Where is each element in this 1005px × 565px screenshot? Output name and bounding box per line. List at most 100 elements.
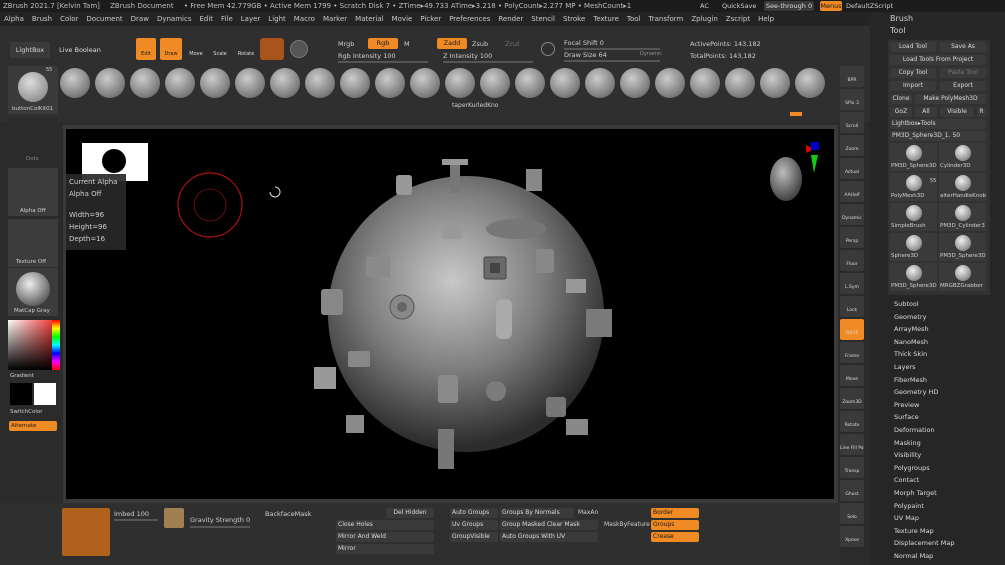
tool-actual-button[interactable]: Actual (840, 158, 864, 179)
menu-item-alpha[interactable]: Alpha (4, 15, 24, 23)
del-hidden-button[interactable]: Del Hidden (386, 508, 434, 518)
lightbox-tools-button[interactable]: Lightbox▸Tools (890, 119, 986, 129)
shelf-brush-icon[interactable] (305, 68, 335, 98)
submenu-fibermesh[interactable]: FiberMesh (894, 376, 927, 384)
tool-palette-title[interactable]: Tool (890, 26, 906, 35)
menu-item-dynamics[interactable]: Dynamics (157, 15, 192, 23)
tool-bpr-button[interactable]: BPR (840, 66, 864, 87)
mirror-weld-button[interactable]: Mirror And Weld (336, 532, 434, 542)
shelf-brush-icon[interactable] (515, 68, 545, 98)
copy-tool-button[interactable]: Copy Tool (890, 68, 936, 78)
menu-item-draw[interactable]: Draw (131, 15, 149, 23)
current-tool-slider[interactable]: PM3D_Sphere3D_1. 50 (890, 131, 986, 141)
live-boolean-button[interactable]: Live Boolean (56, 42, 104, 58)
lightbox-button[interactable]: LightBox (10, 42, 50, 58)
tool-thumb[interactable]: alterHandleKnob (939, 173, 986, 201)
ac-button[interactable]: AC (700, 2, 709, 10)
auto-groups-uv-button[interactable]: Auto Groups With UV (500, 532, 598, 542)
shelf-brush-icon[interactable] (340, 68, 370, 98)
tool-thumb[interactable]: PM3D_Sphere3D (890, 143, 937, 171)
gravity-brush-icon[interactable] (164, 508, 184, 528)
menu-item-zplugin[interactable]: Zplugin (691, 15, 717, 23)
tool-thumb[interactable]: MRGBZGrabber (939, 263, 986, 291)
export-button[interactable]: Export (940, 81, 986, 91)
menu-item-material[interactable]: Material (355, 15, 383, 23)
border-toggle[interactable]: Border (651, 508, 699, 518)
s-button-icon[interactable] (541, 42, 555, 56)
close-holes-button[interactable]: Close Holes (336, 520, 434, 530)
mrgb-button[interactable]: Mrgb (338, 40, 354, 48)
imbed-slider[interactable]: Imbed 100 (114, 510, 149, 518)
gravity-track[interactable] (190, 526, 250, 528)
submenu-normal-map[interactable]: Normal Map (894, 552, 933, 560)
document-canvas[interactable] (66, 129, 834, 499)
tool-thumb[interactable]: PM3D_Cylinder3 (939, 203, 986, 231)
stroke-thumb[interactable]: Dots (8, 118, 58, 164)
submenu-surface[interactable]: Surface (894, 413, 919, 421)
shelf-brush-icon[interactable] (235, 68, 265, 98)
load-from-project-button[interactable]: Load Tools From Project (890, 55, 986, 65)
switchcolor-button[interactable]: SwitchColor (10, 409, 43, 415)
menu-item-document[interactable]: Document (86, 15, 122, 23)
imbed-track[interactable] (114, 519, 158, 521)
shelf-brush-icon[interactable] (480, 68, 510, 98)
zsub-button[interactable]: Zsub (472, 40, 488, 48)
draw-size-track[interactable] (564, 60, 660, 62)
groups-by-normals-button[interactable]: Groups By Normals (500, 508, 574, 518)
auto-groups-button[interactable]: Auto Groups (450, 508, 498, 518)
menu-item-render[interactable]: Render (498, 15, 523, 23)
submenu-displacement-map[interactable]: Displacement Map (894, 539, 954, 547)
tool-floor-button[interactable]: Floor (840, 250, 864, 271)
tool-aahalf-button[interactable]: AAHalf (840, 181, 864, 202)
menu-item-stroke[interactable]: Stroke (563, 15, 585, 23)
shelf-brush-icon[interactable] (760, 68, 790, 98)
tool-thumb[interactable]: PM3D_Sphere3D (939, 233, 986, 261)
gradient-toggle[interactable]: Gradient (10, 373, 34, 379)
brush-palette-title[interactable]: Brush (890, 14, 913, 23)
rgb-intensity-track[interactable] (338, 61, 428, 63)
submenu-geometry[interactable]: Geometry (894, 313, 926, 321)
draw-size-slider[interactable]: Draw Size 64 (564, 51, 607, 59)
submenu-deformation[interactable]: Deformation (894, 426, 935, 434)
tool-lock-button[interactable]: Lock (840, 296, 864, 317)
menu-item-picker[interactable]: Picker (420, 15, 441, 23)
tool-xpose-button[interactable]: Xpose (840, 526, 864, 547)
tool-ghost-button[interactable]: Ghost (840, 480, 864, 501)
zadd-button[interactable]: Zadd (437, 38, 467, 49)
menu-item-preferences[interactable]: Preferences (449, 15, 490, 23)
quicksave-button[interactable]: QuickSave (722, 2, 756, 10)
submenu-visibility[interactable]: Visibility (894, 451, 921, 459)
group-masked-clear-button[interactable]: Group Masked Clear Mask (500, 520, 598, 530)
menu-item-edit[interactable]: Edit (199, 15, 213, 23)
primary-color-swatch[interactable] (34, 383, 56, 405)
clone-button[interactable]: Clone (890, 94, 912, 104)
menu-item-transform[interactable]: Transform (649, 15, 684, 23)
rotate-mode-button[interactable]: Rotate (234, 38, 258, 60)
crease-toggle[interactable]: Crease (651, 532, 699, 542)
import-button[interactable]: Import (890, 81, 936, 91)
tool-spix-3-button[interactable]: SPix 3 (840, 89, 864, 110)
tool-transp-button[interactable]: Transp (840, 457, 864, 478)
tool-l-sym-button[interactable]: L.Sym (840, 273, 864, 294)
draw-mode-button[interactable]: Draw (160, 38, 182, 60)
menu-item-brush[interactable]: Brush (32, 15, 52, 23)
hue-strip[interactable] (52, 320, 60, 370)
submenu-thick-skin[interactable]: Thick Skin (894, 350, 927, 358)
goz-button[interactable]: GoZ (890, 107, 912, 117)
alpha-thumb[interactable]: Alpha Off (8, 168, 58, 216)
tool-thumb[interactable]: SimpleBrush (890, 203, 937, 231)
shelf-brush-icon[interactable] (655, 68, 685, 98)
matcap-thumb[interactable]: MatCap Gray (8, 268, 58, 316)
menus-button[interactable]: Menus (820, 1, 842, 11)
menu-item-marker[interactable]: Marker (323, 15, 347, 23)
make-polymesh-button[interactable]: Make PolyMesh3D (915, 94, 986, 104)
shelf-brush-icon[interactable] (445, 68, 475, 98)
submenu-texture-map[interactable]: Texture Map (894, 527, 934, 535)
shelf-brush-icon[interactable] (725, 68, 755, 98)
current-brush-thumb[interactable]: 55 buttonColKit01 (8, 66, 58, 114)
menu-item-tool[interactable]: Tool (627, 15, 641, 23)
submenu-preview[interactable]: Preview (894, 401, 919, 409)
maxangle-slider[interactable]: MaxAn (578, 509, 598, 516)
submenu-subtool[interactable]: Subtool (894, 300, 919, 308)
submenu-morph-target[interactable]: Morph Target (894, 489, 937, 497)
